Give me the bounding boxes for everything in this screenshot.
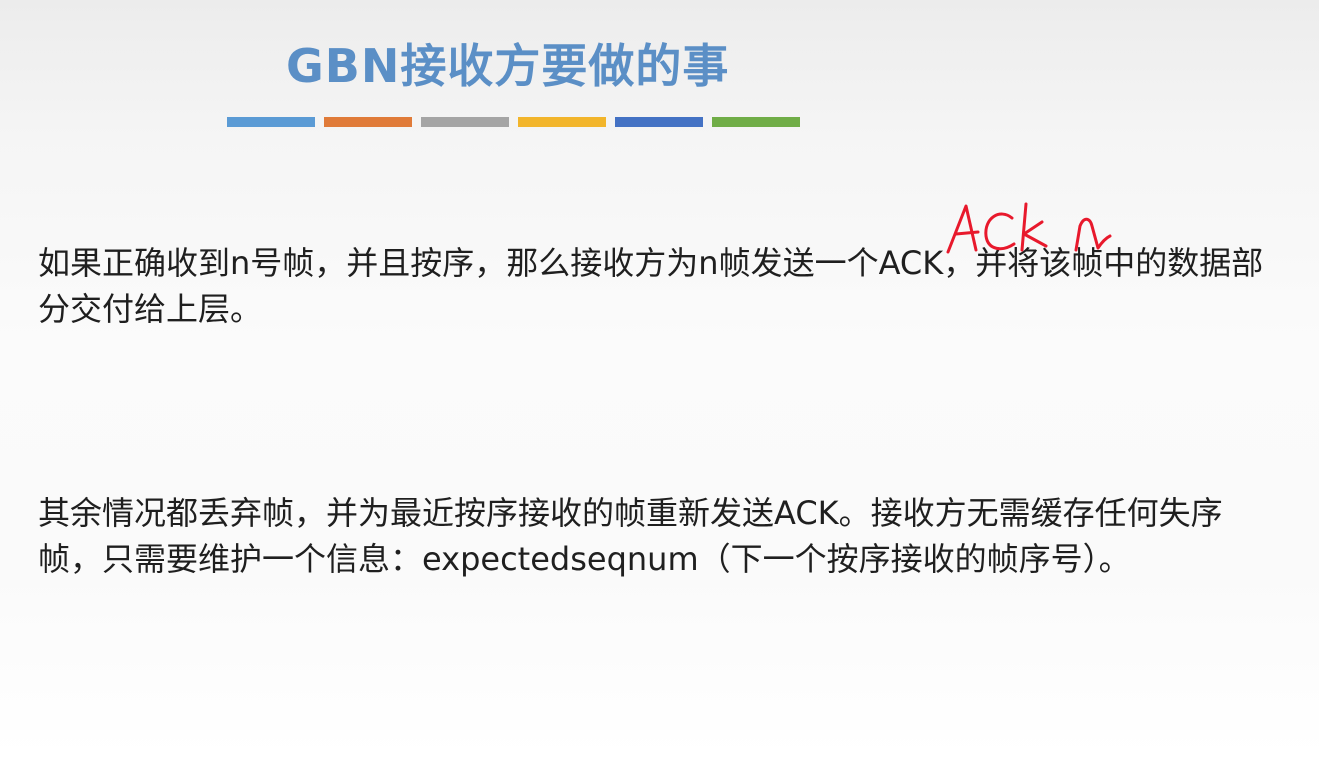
color-bar-segment	[712, 117, 800, 127]
color-bar-segment	[227, 117, 315, 127]
color-bar-segment	[324, 117, 412, 127]
color-bar-segment	[615, 117, 703, 127]
color-bar-segment	[518, 117, 606, 127]
paragraph-discard-rule: 其余情况都丢弃帧，并为最近按序接收的帧重新发送ACK。接收方无需缓存任何失序帧，…	[38, 494, 1223, 578]
handwritten-annotation	[946, 202, 1112, 254]
color-bar-segment	[421, 117, 509, 127]
slide: GBN接收方要做的事 如果正确收到n号帧，并且按序，那么接收方为n帧发送一个AC…	[0, 0, 1319, 757]
slide-title: GBN接收方要做的事	[286, 39, 730, 93]
title-color-bar	[227, 117, 809, 127]
